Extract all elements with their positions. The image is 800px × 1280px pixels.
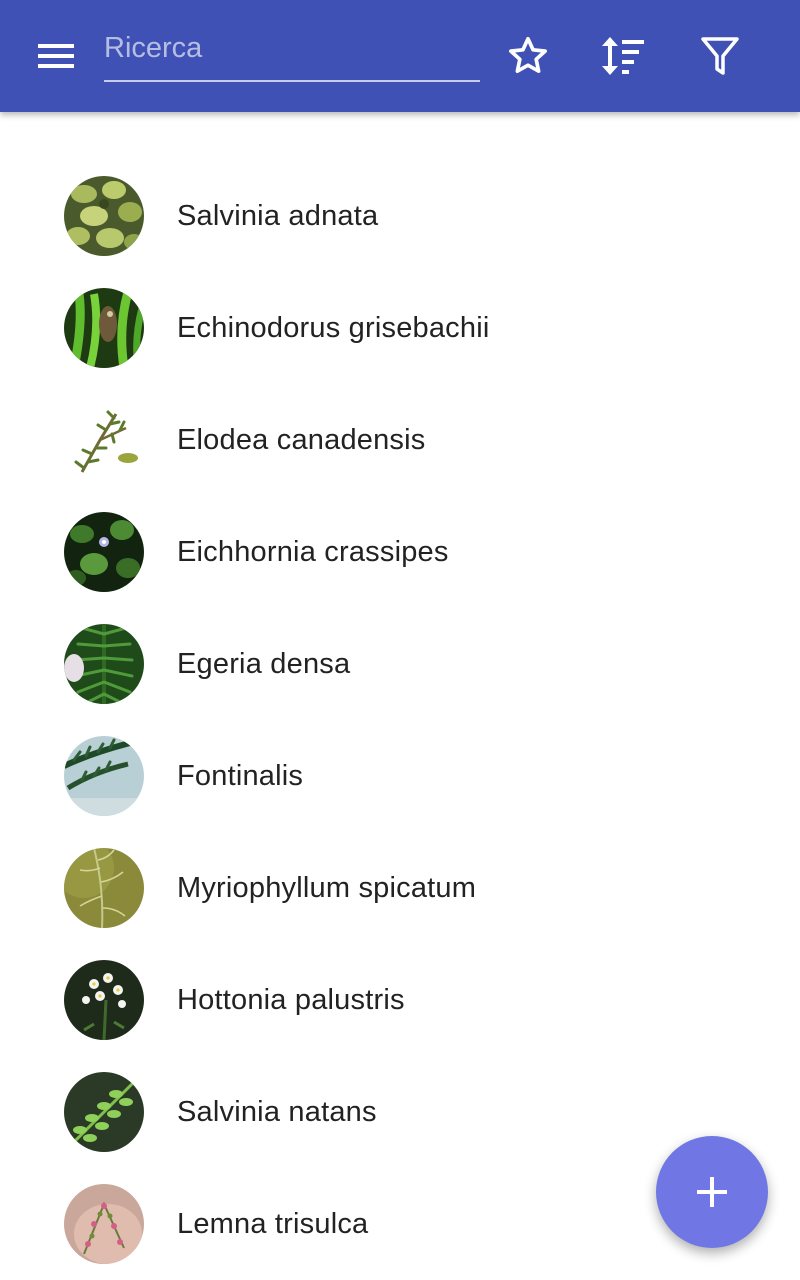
plant-name: Eichhornia crassipes: [177, 536, 449, 568]
plant-name: Salvinia natans: [177, 1096, 377, 1128]
plant-name: Egeria densa: [177, 648, 351, 680]
list-item[interactable]: Hottonia palustris: [0, 944, 800, 1056]
plant-thumbnail: [64, 400, 144, 480]
plant-name: Elodea canadensis: [177, 424, 426, 456]
search-field: [104, 24, 480, 82]
filter-button[interactable]: [692, 28, 748, 84]
list-item[interactable]: Salvinia adnata: [0, 160, 800, 272]
list-item[interactable]: Myriophyllum spicatum: [0, 832, 800, 944]
plant-thumbnail: [64, 736, 144, 816]
star-outline-icon: [509, 36, 547, 74]
list-item[interactable]: Eichhornia crassipes: [0, 496, 800, 608]
plant-thumbnail: [64, 624, 144, 704]
list-item[interactable]: Fontinalis: [0, 720, 800, 832]
filter-icon: [701, 37, 739, 75]
list-item[interactable]: Echinodorus grisebachii: [0, 272, 800, 384]
plant-thumbnail: [64, 512, 144, 592]
plant-thumbnail: [64, 960, 144, 1040]
search-input[interactable]: [104, 24, 480, 72]
list-item[interactable]: Egeria densa: [0, 608, 800, 720]
plant-thumbnail: [64, 1072, 144, 1152]
plus-icon: [697, 1177, 727, 1207]
plant-thumbnail: [64, 1184, 144, 1264]
sort-button[interactable]: [595, 28, 651, 84]
menu-button[interactable]: [20, 30, 92, 82]
plant-name: Echinodorus grisebachii: [177, 312, 490, 344]
list-item[interactable]: Elodea canadensis: [0, 384, 800, 496]
plant-thumbnail: [64, 848, 144, 928]
plant-name: Hottonia palustris: [177, 984, 405, 1016]
plant-name: Fontinalis: [177, 760, 304, 792]
hamburger-menu-icon: [38, 44, 74, 68]
plant-name: Lemna trisulca: [177, 1208, 369, 1240]
plant-thumbnail: [64, 288, 144, 368]
plant-name: Myriophyllum spicatum: [177, 872, 477, 904]
app-bar: [0, 0, 800, 112]
add-plant-button[interactable]: [656, 1136, 768, 1248]
sort-icon: [602, 37, 644, 75]
plant-thumbnail: [64, 176, 144, 256]
favorites-button[interactable]: [500, 28, 556, 84]
plant-list: Salvinia adnata Echinodorus grisebachii: [0, 160, 800, 1280]
plant-name: Salvinia adnata: [177, 200, 379, 232]
